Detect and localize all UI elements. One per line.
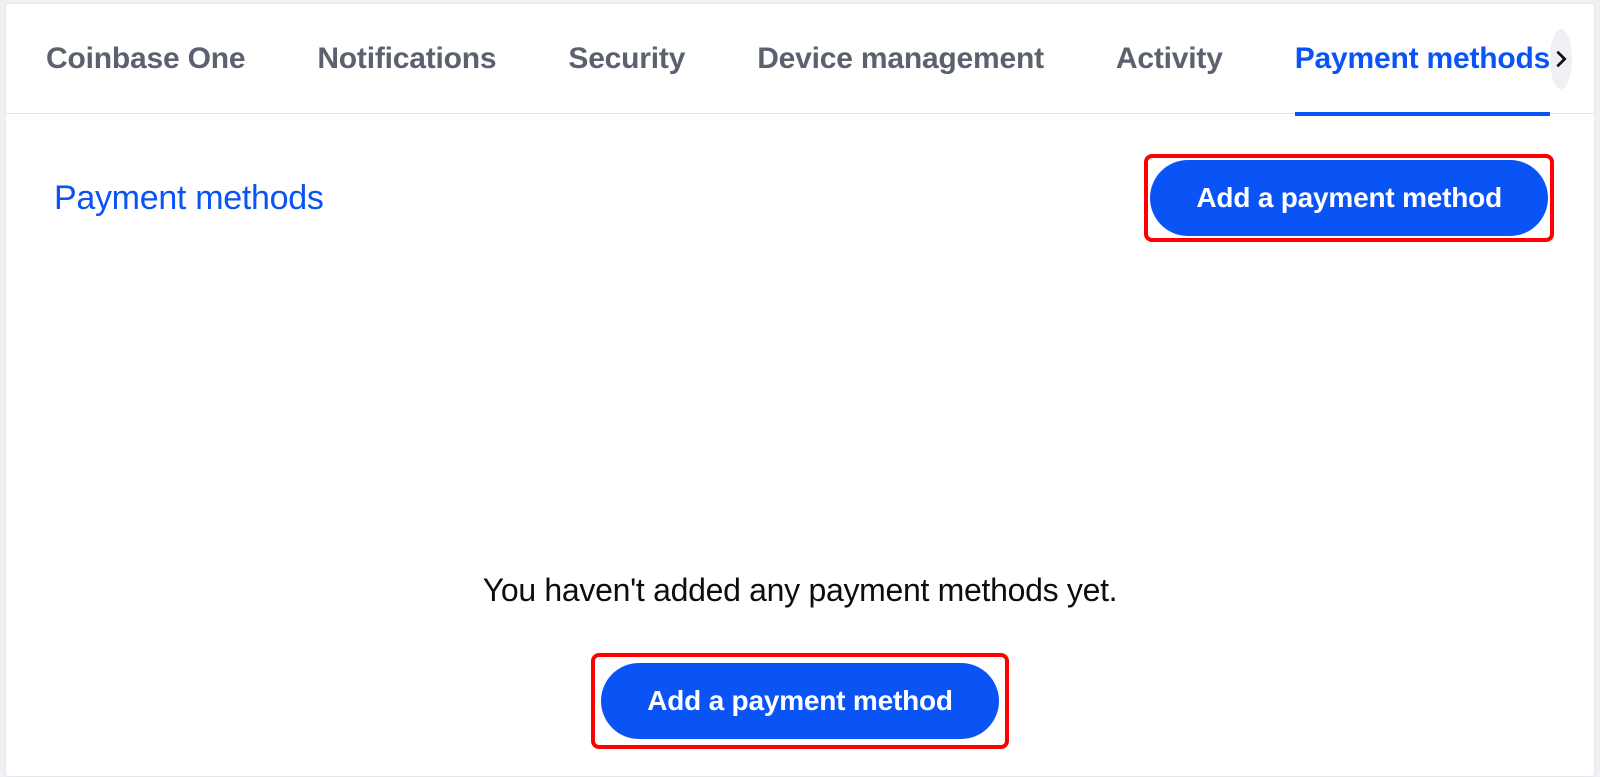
add-payment-method-button-center[interactable]: Add a payment method <box>601 663 999 739</box>
tab-notifications[interactable]: Notifications <box>317 2 496 116</box>
empty-state-message: You haven't added any payment methods ye… <box>483 572 1118 609</box>
page-container: Coinbase One Notifications Security Devi… <box>5 3 1595 777</box>
section-header: Payment methods Add a payment method <box>6 114 1594 242</box>
tab-device-management[interactable]: Device management <box>757 2 1044 116</box>
empty-state: You haven't added any payment methods ye… <box>6 572 1594 749</box>
tabs-scroll-right-button[interactable] <box>1550 29 1572 89</box>
tabs-bar: Coinbase One Notifications Security Devi… <box>6 4 1594 114</box>
tab-payment-methods[interactable]: Payment methods <box>1295 2 1550 116</box>
tabs-list: Coinbase One Notifications Security Devi… <box>46 2 1550 116</box>
highlight-annotation-center: Add a payment method <box>591 653 1009 749</box>
tab-activity[interactable]: Activity <box>1116 2 1223 116</box>
section-title: Payment methods <box>54 179 324 218</box>
highlight-annotation-top: Add a payment method <box>1144 154 1554 242</box>
chevron-right-icon <box>1550 48 1572 70</box>
tab-coinbase-one[interactable]: Coinbase One <box>46 2 245 116</box>
add-payment-method-button-top[interactable]: Add a payment method <box>1150 160 1548 236</box>
tab-security[interactable]: Security <box>568 2 685 116</box>
